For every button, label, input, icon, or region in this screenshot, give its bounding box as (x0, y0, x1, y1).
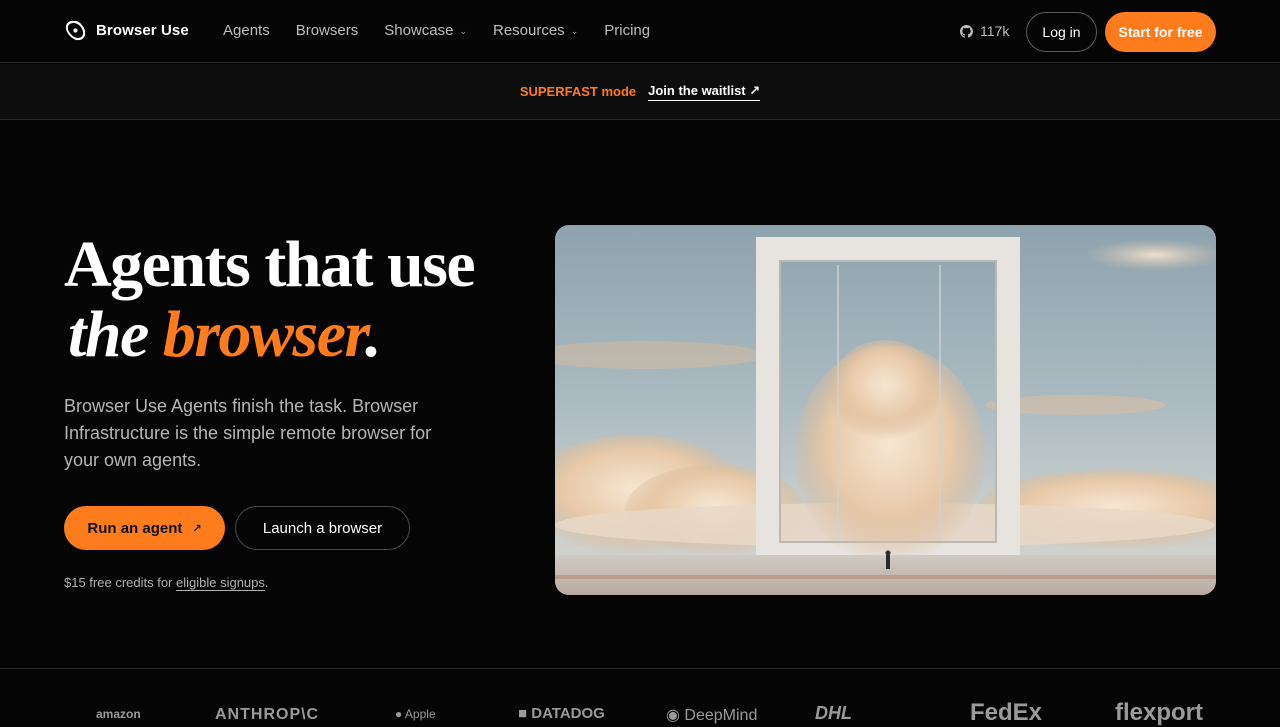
nav-link-agents[interactable]: Agents (223, 22, 270, 39)
nav-link-browsers[interactable]: Browsers (296, 22, 359, 39)
nav-link-label: Agents (223, 22, 270, 39)
login-button[interactable]: Log in (1026, 12, 1097, 52)
run-agent-button[interactable]: Run an agent ↗ (64, 506, 225, 550)
logo-fedex: FedEx (970, 699, 1043, 726)
nav-link-label: Resources (492, 22, 565, 39)
hero-title: Agents that use the browser. (64, 228, 476, 370)
logo-anthropic: ANTHROP\C (215, 706, 320, 723)
top-nav: Browser Use Agents Browsers Showcase ⌄ Re… (0, 0, 1280, 63)
github-stars-link[interactable]: 117k (960, 23, 1009, 39)
nav-link-label: Showcase (384, 22, 454, 39)
run-agent-label: Run an agent (87, 519, 183, 537)
customer-logos-strip: amazon ANTHROP\C ● Apple ■ DATADOG ◉ Dee… (0, 668, 1280, 726)
logo-amazon: amazon (96, 707, 141, 721)
nav-link-label: Pricing (604, 22, 651, 39)
logo-apple: ● Apple (395, 707, 436, 721)
hero-title-period: . (365, 298, 382, 371)
nav-link-resources[interactable]: Resources ⌄ (493, 22, 578, 39)
hero-title-line1: Agents that use (64, 228, 476, 301)
launch-browser-button[interactable]: Launch a browser (235, 506, 410, 550)
github-icon (960, 24, 973, 38)
nav-links: Agents Browsers Showcase ⌄ Resources ⌄ Pri… (223, 22, 650, 39)
hero-title-accent-word: browser (162, 298, 367, 371)
logo-deepmind-text: DeepMind (684, 707, 758, 724)
hero-title-line2: the browser. (64, 300, 474, 370)
logo-dhl: DHL (815, 703, 852, 723)
chevron-down-icon: ⌄ (459, 26, 467, 36)
hero-title-the: the (68, 298, 163, 371)
credits-suffix: . (264, 575, 269, 590)
deepmind-icon: ◉ (666, 707, 685, 724)
announcement-banner: SUPERFAST mode Join the waitlist ↗ (0, 64, 1280, 120)
logo-datadog-text: DATADOG (531, 705, 605, 722)
apple-icon: ● (395, 707, 405, 721)
eligible-signups-link[interactable]: eligible signups (176, 575, 265, 590)
chevron-down-icon: ⌄ (570, 26, 579, 36)
sky-portal-illustration (555, 225, 1216, 595)
free-credits-note: $15 free credits for eligible signups. (64, 575, 269, 590)
start-free-button[interactable]: Start for free (1105, 12, 1216, 52)
credits-prefix: $15 free credits for (64, 575, 176, 590)
waitlist-link[interactable]: Join the waitlist ↗ (648, 83, 761, 101)
logo-datadog: ■ DATADOG (518, 705, 605, 722)
nav-link-label: Browsers (295, 22, 359, 39)
logo-apple-text: Apple (404, 707, 436, 721)
logo-flexport: flexport (1115, 699, 1204, 726)
nav-link-pricing[interactable]: Pricing (604, 22, 650, 39)
datadog-icon: ■ (518, 705, 532, 722)
banner-mode-label: SUPERFAST mode (519, 84, 637, 99)
brand-name: Browser Use (96, 22, 189, 39)
nav-link-showcase[interactable]: Showcase ⌄ (384, 22, 467, 39)
hero-illustration (555, 225, 1216, 595)
brand-logo-icon (65, 20, 86, 41)
arrow-up-right-icon: ↗ (192, 522, 202, 535)
hero-subtitle: Browser Use Agents finish the task. Brow… (64, 396, 432, 470)
brand-link[interactable]: Browser Use (64, 19, 189, 42)
github-stars-count: 117k (980, 23, 1010, 39)
logo-deepmind: ◉ DeepMind (666, 705, 757, 725)
